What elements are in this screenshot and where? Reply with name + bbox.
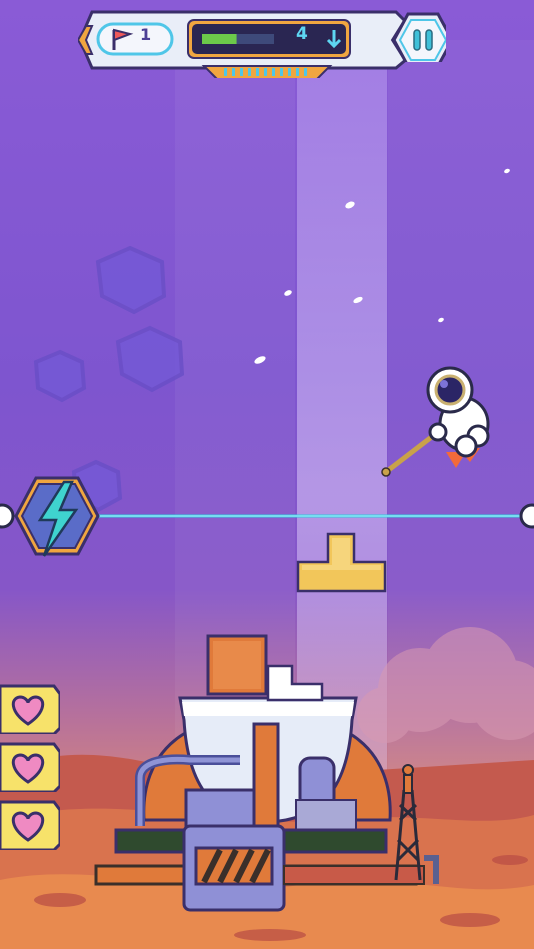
- progress-fill: [202, 34, 237, 44]
- sparkles: [254, 168, 510, 364]
- depth-count: 4: [296, 24, 308, 44]
- life-heart: [0, 800, 60, 850]
- falling-t-block[interactable]: [296, 532, 388, 594]
- flag-counter: [96, 22, 174, 56]
- base-station: [94, 634, 439, 912]
- pause-button[interactable]: [388, 10, 446, 62]
- life-heart: [0, 742, 60, 792]
- laser-emitter-left: [0, 503, 15, 529]
- stacked-block: [252, 722, 280, 838]
- asteroid: [33, 245, 185, 513]
- life-heart: [0, 684, 60, 734]
- astronaut: [381, 366, 490, 477]
- stacked-block: [266, 664, 324, 702]
- laser-emitter-right: [519, 503, 534, 529]
- game-scene[interactable]: 1 4: [0, 0, 534, 949]
- top-hud: 1 4: [78, 8, 458, 78]
- power-up-button[interactable]: [14, 474, 100, 558]
- flag-count: 1: [140, 25, 152, 44]
